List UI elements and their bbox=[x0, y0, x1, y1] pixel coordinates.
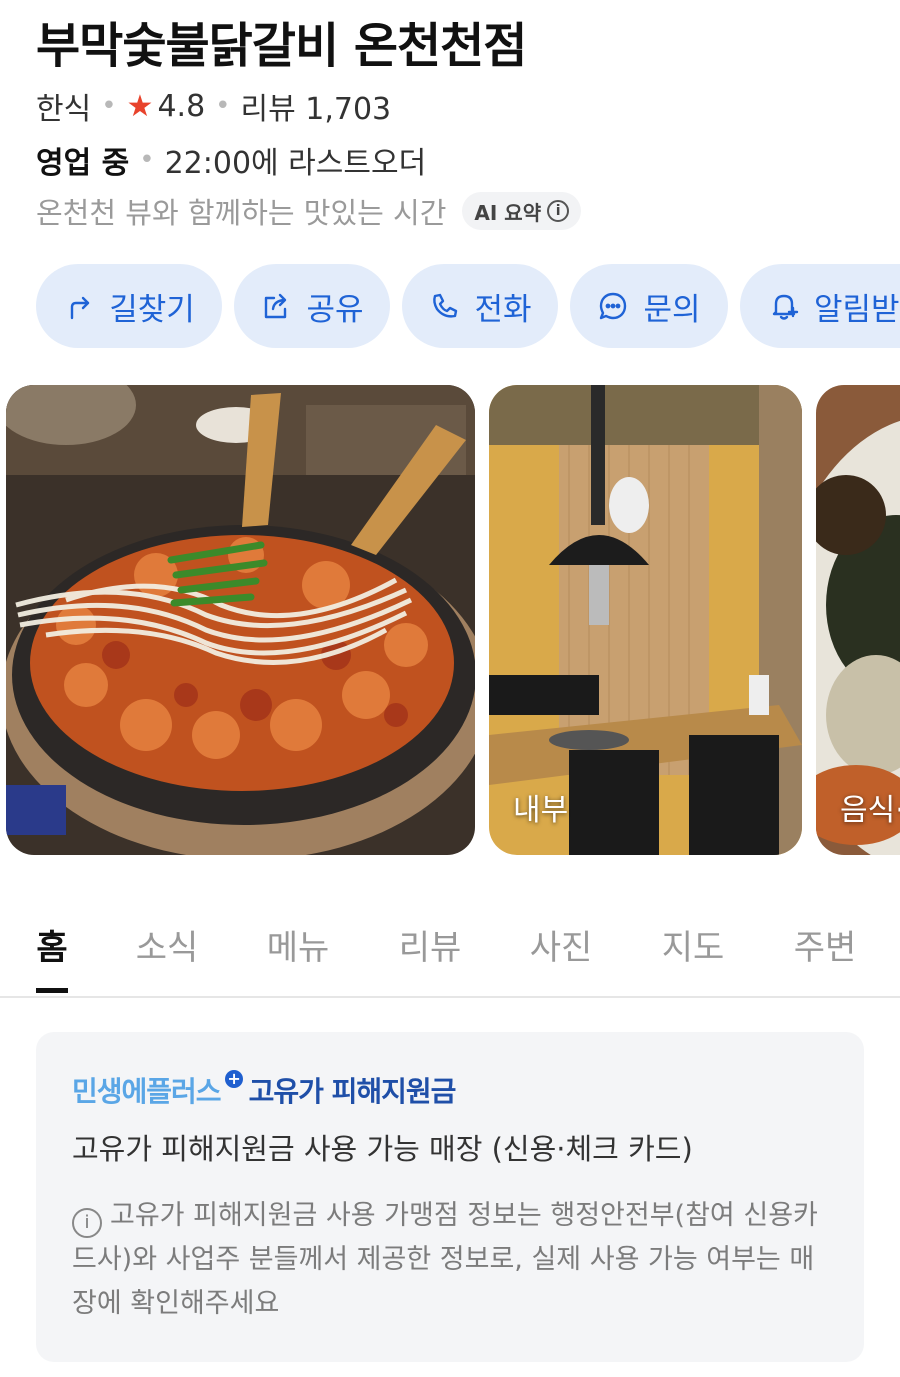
review-count-link[interactable]: 리뷰 1,703 bbox=[241, 84, 392, 128]
action-buttons: 길찾기 공유 전화 문의 알림받기 bbox=[36, 264, 900, 350]
bell-plus-icon bbox=[772, 294, 799, 320]
rating-value: 4.8 bbox=[157, 88, 206, 124]
notice-disclaimer: i 고유가 피해지원금 사용 가맹점 정보는 행정안전부(참여 신용카드사)와 사… bbox=[72, 1194, 832, 1326]
photo-main-dish[interactable] bbox=[6, 385, 475, 855]
ai-summary-chip[interactable]: AI 요약 i bbox=[462, 192, 582, 230]
notice-headline: 고유가 피해지원금 사용 가능 매장 (신용·체크 카드) bbox=[72, 1132, 693, 1166]
photo-food[interactable]: 음식·음료 bbox=[816, 385, 900, 855]
plus-icon: + bbox=[224, 1070, 243, 1088]
tab-bar: 홈 소식 메뉴 리뷰 사진 지도 주변 bbox=[0, 900, 900, 998]
tab-photos[interactable]: 사진 bbox=[530, 920, 593, 969]
disclaimer-text: 고유가 피해지원금 사용 가맹점 정보는 행정안전부(참여 신용카드사)와 사업… bbox=[72, 1200, 818, 1319]
active-tab-indicator bbox=[36, 988, 68, 993]
directions-button[interactable]: 길찾기 bbox=[36, 264, 222, 348]
tab-reviews[interactable]: 리뷰 bbox=[399, 920, 462, 969]
place-title: 부막숯불닭갈비 온천천점 bbox=[36, 18, 527, 74]
separator-dot: • bbox=[215, 91, 231, 121]
notice-brand: 민생에플러스 + 고유가 피해지원금 bbox=[72, 1070, 457, 1110]
category-label: 한식 bbox=[36, 92, 92, 127]
chat-bubble-icon bbox=[600, 292, 627, 320]
info-icon: i bbox=[547, 200, 570, 222]
ai-summary: 온천천 뷰와 함께하는 맛있는 시간 AI 요약 i bbox=[36, 190, 582, 232]
share-icon bbox=[265, 293, 287, 319]
tab-home[interactable]: 홈 bbox=[36, 920, 67, 969]
tab-nearby[interactable]: 주변 bbox=[794, 920, 857, 969]
tab-map[interactable]: 지도 bbox=[662, 920, 725, 969]
inquiry-button[interactable]: 문의 bbox=[570, 264, 728, 348]
separator-dot: • bbox=[139, 145, 155, 175]
photo-interior[interactable]: 내부 bbox=[489, 385, 802, 855]
dakgalbi-pan-image bbox=[6, 385, 475, 855]
photo-label-food: 음식·음료 bbox=[840, 793, 900, 828]
info-icon: i bbox=[72, 1208, 102, 1238]
share-button[interactable]: 공유 bbox=[234, 264, 390, 348]
business-hours[interactable]: 영업 중 • 22:00에 라스트오더 bbox=[36, 138, 426, 182]
support-fund-notice: 민생에플러스 + 고유가 피해지원금 고유가 피해지원금 사용 가능 매장 (신… bbox=[36, 1032, 864, 1362]
summary-text: 온천천 뷰와 함께하는 맛있는 시간 bbox=[36, 196, 447, 230]
brand-part1: 민생에플러스 bbox=[72, 1075, 222, 1108]
photo-label-interior: 내부 bbox=[513, 793, 569, 828]
tab-news[interactable]: 소식 bbox=[136, 920, 199, 969]
place-meta: 한식 • ★ 4.8 • 리뷰 1,703 bbox=[36, 84, 391, 128]
separator-dot: • bbox=[101, 91, 117, 121]
phone-icon bbox=[433, 293, 458, 318]
notification-button[interactable]: 알림받기 bbox=[740, 264, 900, 348]
brand-part2: 고유가 피해지원금 bbox=[248, 1075, 457, 1108]
call-button[interactable]: 전화 bbox=[402, 264, 558, 348]
tab-menu[interactable]: 메뉴 bbox=[267, 920, 330, 969]
photo-carousel[interactable]: 내부 음식·음료 bbox=[0, 385, 900, 855]
ai-chip-label: AI 요약 bbox=[474, 200, 542, 225]
last-order-text: 22:00에 라스트오더 bbox=[164, 146, 427, 181]
star-icon: ★ bbox=[126, 88, 154, 124]
open-status: 영업 중 bbox=[36, 146, 130, 181]
directions-arrow-icon bbox=[71, 296, 90, 320]
